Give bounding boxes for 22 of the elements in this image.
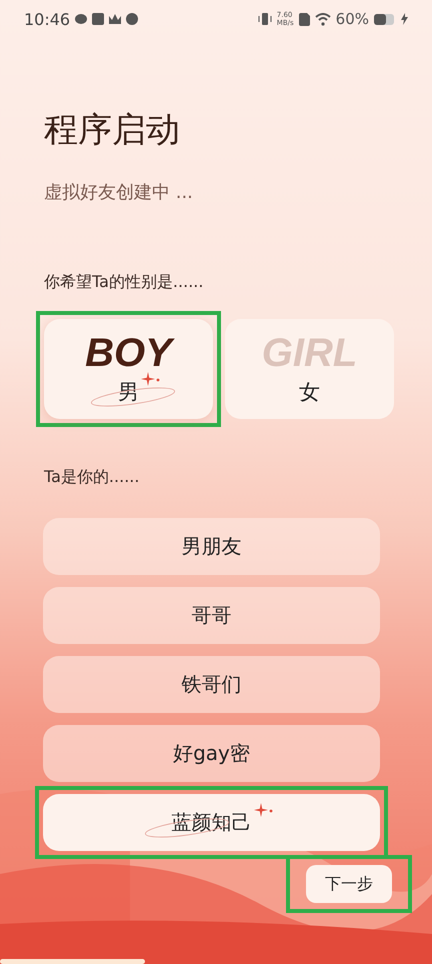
vibrate-icon [258,12,272,26]
relation-option[interactable]: 蓝颜知己 [43,794,380,851]
sparkle-icon [141,372,161,386]
subtitle: 虚拟好友创建中 ... [44,181,194,204]
relation-option[interactable]: 男朋友 [43,518,380,575]
charging-icon [401,13,408,25]
mail-icon [92,13,104,25]
relation-prompt: Ta是你的...... [44,467,140,488]
battery-level: 60% [336,10,369,28]
wifi-icon [314,12,331,26]
relation-option[interactable]: 哥哥 [43,587,380,644]
sim-icon [298,12,310,26]
battery-icon [374,14,396,24]
crown-icon [109,14,122,24]
gender-prompt: 你希望Ta的性别是...... [44,272,204,293]
relation-option[interactable]: 好gay密 [43,725,380,782]
relation-option[interactable]: 铁哥们 [43,656,380,713]
sparkle-icon [254,803,274,817]
page-title: 程序启动 [44,110,181,150]
gender-card[interactable]: BOY 男 [44,319,213,419]
next-button[interactable]: 下一步 [306,865,392,903]
status-time: 10:46 [24,10,70,28]
